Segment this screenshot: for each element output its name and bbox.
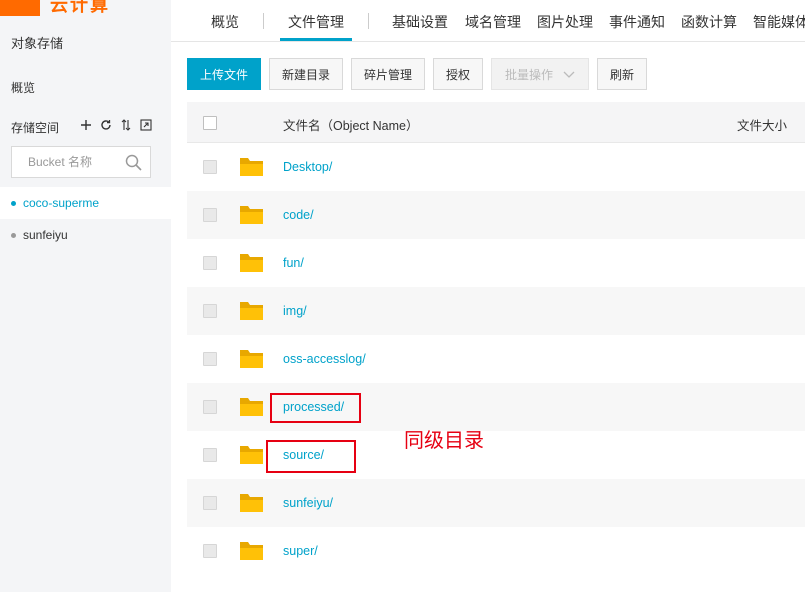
folder-icon [240, 446, 263, 464]
select-all-checkbox[interactable] [203, 116, 217, 130]
tab-image-processing[interactable]: 图片处理 [537, 12, 593, 32]
tab-intelligent-media[interactable]: 智能媒体 [753, 12, 805, 32]
row-checkbox[interactable] [203, 160, 217, 174]
logo-text: 云计算 [50, 0, 110, 15]
row-checkbox[interactable] [203, 496, 217, 510]
batch-operations-dropdown[interactable]: 批量操作 [491, 58, 589, 90]
bucket-actions [79, 117, 152, 132]
tab-overview[interactable]: 概览 [211, 12, 239, 32]
bucket-name: coco-superme [23, 196, 100, 210]
file-name-link[interactable]: code/ [283, 208, 314, 222]
expand-icon[interactable] [139, 117, 152, 132]
chevron-down-icon [563, 71, 575, 78]
folder-icon [240, 542, 263, 560]
tab-function-compute[interactable]: 函数计算 [681, 12, 737, 32]
folder-icon [240, 350, 263, 368]
bullet-icon [11, 200, 16, 206]
batch-operations-label: 批量操作 [504, 67, 553, 82]
sidebar-item-overview[interactable]: 概览 [11, 79, 35, 96]
folder-icon [240, 206, 263, 224]
file-name-link[interactable]: super/ [283, 544, 318, 558]
tab-domain-management[interactable]: 域名管理 [465, 12, 521, 32]
bucket-section-header: 存储空间 [11, 121, 60, 135]
bucket-search [11, 146, 151, 178]
tab-divider [263, 13, 264, 29]
authorize-button[interactable]: 授权 [433, 58, 483, 90]
add-icon[interactable] [79, 117, 92, 132]
bucket-item-coco-superme[interactable]: coco-superme [0, 187, 171, 219]
table-row[interactable]: img/ [187, 287, 805, 335]
sort-icon[interactable] [119, 117, 132, 132]
row-checkbox[interactable] [203, 448, 217, 462]
sidebar: 云计算 对象存储 概览 存储空间 coco-superme sunfeiyu [0, 0, 171, 592]
bullet-icon [11, 232, 16, 238]
table-row[interactable]: sunfeiyu/ [187, 479, 805, 527]
refresh-icon[interactable] [99, 117, 112, 132]
new-directory-button[interactable]: 新建目录 [269, 58, 343, 90]
tab-basic-settings[interactable]: 基础设置 [392, 12, 448, 32]
bucket-item-sunfeiyu[interactable]: sunfeiyu [0, 219, 171, 251]
row-checkbox[interactable] [203, 208, 217, 222]
column-header-name[interactable]: 文件名（Object Name） [283, 115, 418, 134]
table-row[interactable]: code/ [187, 191, 805, 239]
fragment-management-button[interactable]: 碎片管理 [351, 58, 425, 90]
column-header-size[interactable]: 文件大小 [737, 115, 787, 134]
file-name-link[interactable]: Desktop/ [283, 160, 332, 174]
logo[interactable]: 云计算 [0, 0, 171, 16]
row-checkbox[interactable] [203, 400, 217, 414]
folder-icon [240, 398, 263, 416]
table-header: 文件名（Object Name） 文件大小 [187, 102, 805, 143]
bucket-name: sunfeiyu [23, 228, 68, 242]
file-name-link[interactable]: fun/ [283, 256, 304, 270]
highlight-box-source [266, 440, 356, 473]
tab-divider [368, 13, 369, 29]
bucket-search-input[interactable] [28, 154, 124, 170]
row-checkbox[interactable] [203, 256, 217, 270]
highlight-box-processed [270, 393, 361, 423]
logo-mark [0, 0, 40, 16]
folder-icon [240, 302, 263, 320]
file-name-link[interactable]: sunfeiyu/ [283, 496, 333, 510]
refresh-button[interactable]: 刷新 [597, 58, 647, 90]
table-row[interactable]: super/ [187, 527, 805, 575]
tab-event-notification[interactable]: 事件通知 [609, 12, 665, 32]
folder-icon [240, 158, 263, 176]
sidebar-title: 对象存储 [11, 36, 64, 51]
annotation-label: 同级目录 [404, 428, 484, 452]
folder-icon [240, 254, 263, 272]
table-row[interactable]: Desktop/ [187, 143, 805, 191]
tab-bar: 概览 文件管理 基础设置 域名管理 图片处理 事件通知 函数计算 智能媒体 [171, 0, 805, 42]
table-row[interactable]: oss-accesslog/ [187, 335, 805, 383]
file-name-link[interactable]: oss-accesslog/ [283, 352, 366, 366]
file-name-link[interactable]: img/ [283, 304, 307, 318]
row-checkbox[interactable] [203, 304, 217, 318]
row-checkbox[interactable] [203, 352, 217, 366]
upload-file-button[interactable]: 上传文件 [187, 58, 261, 90]
active-tab-indicator [280, 38, 352, 41]
row-checkbox[interactable] [203, 544, 217, 558]
folder-icon [240, 494, 263, 512]
table-row[interactable]: fun/ [187, 239, 805, 287]
search-icon[interactable] [125, 154, 142, 171]
tab-file-management[interactable]: 文件管理 [288, 12, 344, 32]
